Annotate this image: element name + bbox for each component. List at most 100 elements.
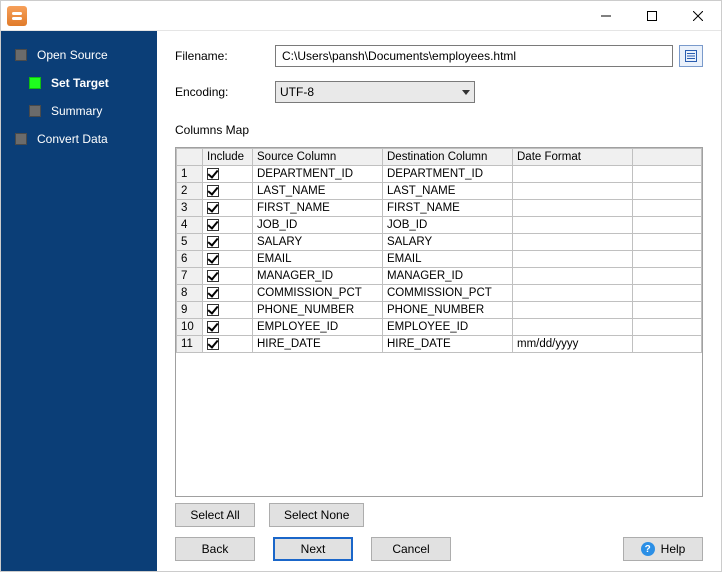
datefmt-cell[interactable] xyxy=(513,319,633,336)
include-cell[interactable] xyxy=(203,217,253,234)
select-all-button[interactable]: Select All xyxy=(175,503,255,527)
include-cell[interactable] xyxy=(203,251,253,268)
nav-set-target[interactable]: Set Target xyxy=(1,69,157,97)
cancel-button[interactable]: Cancel xyxy=(371,537,451,561)
dest-cell[interactable]: SALARY xyxy=(383,234,513,251)
datefmt-cell[interactable] xyxy=(513,183,633,200)
table-row[interactable]: 7 MANAGER_IDMANAGER_ID xyxy=(177,268,702,285)
select-none-button[interactable]: Select None xyxy=(269,503,364,527)
datefmt-cell[interactable] xyxy=(513,285,633,302)
table-row[interactable]: 9 PHONE_NUMBERPHONE_NUMBER xyxy=(177,302,702,319)
table-row[interactable]: 11HIRE_DATEHIRE_DATEmm/dd/yyyy xyxy=(177,336,702,353)
dest-cell[interactable]: COMMISSION_PCT xyxy=(383,285,513,302)
source-cell[interactable]: PHONE_NUMBER xyxy=(253,302,383,319)
back-button[interactable]: Back xyxy=(175,537,255,561)
dest-cell[interactable]: LAST_NAME xyxy=(383,183,513,200)
include-checkbox[interactable] xyxy=(207,185,219,197)
include-cell[interactable] xyxy=(203,285,253,302)
nav-convert-data[interactable]: Convert Data xyxy=(1,125,157,153)
include-cell[interactable] xyxy=(203,268,253,285)
include-cell[interactable] xyxy=(203,183,253,200)
row-number[interactable]: 1 xyxy=(177,166,203,183)
table-row[interactable]: 5 SALARYSALARY xyxy=(177,234,702,251)
datefmt-cell[interactable] xyxy=(513,166,633,183)
include-cell[interactable] xyxy=(203,319,253,336)
browse-button[interactable] xyxy=(679,45,703,67)
table-row[interactable]: 3 FIRST_NAMEFIRST_NAME xyxy=(177,200,702,217)
source-cell[interactable]: COMMISSION_PCT xyxy=(253,285,383,302)
filename-input[interactable] xyxy=(275,45,673,67)
next-button[interactable]: Next xyxy=(273,537,353,561)
datefmt-cell[interactable] xyxy=(513,234,633,251)
minimize-button[interactable] xyxy=(583,1,629,31)
source-cell[interactable]: EMPLOYEE_ID xyxy=(253,319,383,336)
datefmt-cell[interactable] xyxy=(513,251,633,268)
source-cell[interactable]: JOB_ID xyxy=(253,217,383,234)
include-cell[interactable] xyxy=(203,336,253,353)
nav-open-source[interactable]: Open Source xyxy=(1,41,157,69)
table-row[interactable]: 1 DEPARTMENT_IDDEPARTMENT_ID xyxy=(177,166,702,183)
include-cell[interactable] xyxy=(203,234,253,251)
row-number[interactable]: 6 xyxy=(177,251,203,268)
source-cell[interactable]: DEPARTMENT_ID xyxy=(253,166,383,183)
row-number[interactable]: 5 xyxy=(177,234,203,251)
table-row[interactable]: 6 EMAILEMAIL xyxy=(177,251,702,268)
include-checkbox[interactable] xyxy=(207,321,219,333)
table-row[interactable]: 2 LAST_NAMELAST_NAME xyxy=(177,183,702,200)
encoding-select[interactable]: UTF-8 xyxy=(275,81,475,103)
row-number[interactable]: 8 xyxy=(177,285,203,302)
include-checkbox[interactable] xyxy=(207,168,219,180)
include-cell[interactable] xyxy=(203,200,253,217)
source-cell[interactable]: HIRE_DATE xyxy=(253,336,383,353)
dest-cell[interactable]: FIRST_NAME xyxy=(383,200,513,217)
include-cell[interactable] xyxy=(203,166,253,183)
row-number[interactable]: 11 xyxy=(177,336,203,353)
datefmt-cell[interactable] xyxy=(513,268,633,285)
pad-cell xyxy=(633,336,702,353)
table-row[interactable]: 4 JOB_IDJOB_ID xyxy=(177,217,702,234)
row-number[interactable]: 9 xyxy=(177,302,203,319)
include-cell[interactable] xyxy=(203,302,253,319)
row-number[interactable]: 10 xyxy=(177,319,203,336)
source-cell[interactable]: FIRST_NAME xyxy=(253,200,383,217)
col-dest[interactable]: Destination Column xyxy=(383,149,513,166)
include-checkbox[interactable] xyxy=(207,304,219,316)
source-cell[interactable]: EMAIL xyxy=(253,251,383,268)
dest-cell[interactable]: MANAGER_ID xyxy=(383,268,513,285)
col-source[interactable]: Source Column xyxy=(253,149,383,166)
datefmt-cell[interactable]: mm/dd/yyyy xyxy=(513,336,633,353)
datefmt-cell[interactable] xyxy=(513,302,633,319)
nav-summary[interactable]: Summary xyxy=(1,97,157,125)
columns-grid[interactable]: Include Source Column Destination Column… xyxy=(175,147,703,497)
include-checkbox[interactable] xyxy=(207,253,219,265)
col-include[interactable]: Include xyxy=(203,149,253,166)
row-number[interactable]: 3 xyxy=(177,200,203,217)
include-checkbox[interactable] xyxy=(207,219,219,231)
encoding-value: UTF-8 xyxy=(280,85,314,99)
dest-cell[interactable]: EMAIL xyxy=(383,251,513,268)
close-button[interactable] xyxy=(675,1,721,31)
include-checkbox[interactable] xyxy=(207,287,219,299)
row-number[interactable]: 4 xyxy=(177,217,203,234)
help-button[interactable]: ? Help xyxy=(623,537,703,561)
maximize-button[interactable] xyxy=(629,1,675,31)
include-checkbox[interactable] xyxy=(207,270,219,282)
include-checkbox[interactable] xyxy=(207,236,219,248)
col-datefmt[interactable]: Date Format xyxy=(513,149,633,166)
source-cell[interactable]: LAST_NAME xyxy=(253,183,383,200)
table-row[interactable]: 8 COMMISSION_PCTCOMMISSION_PCT xyxy=(177,285,702,302)
row-number[interactable]: 2 xyxy=(177,183,203,200)
source-cell[interactable]: MANAGER_ID xyxy=(253,268,383,285)
dest-cell[interactable]: PHONE_NUMBER xyxy=(383,302,513,319)
row-number[interactable]: 7 xyxy=(177,268,203,285)
datefmt-cell[interactable] xyxy=(513,217,633,234)
dest-cell[interactable]: JOB_ID xyxy=(383,217,513,234)
dest-cell[interactable]: DEPARTMENT_ID xyxy=(383,166,513,183)
table-row[interactable]: 10 EMPLOYEE_IDEMPLOYEE_ID xyxy=(177,319,702,336)
include-checkbox[interactable] xyxy=(207,202,219,214)
dest-cell[interactable]: EMPLOYEE_ID xyxy=(383,319,513,336)
datefmt-cell[interactable] xyxy=(513,200,633,217)
include-checkbox[interactable] xyxy=(207,338,219,350)
source-cell[interactable]: SALARY xyxy=(253,234,383,251)
dest-cell[interactable]: HIRE_DATE xyxy=(383,336,513,353)
